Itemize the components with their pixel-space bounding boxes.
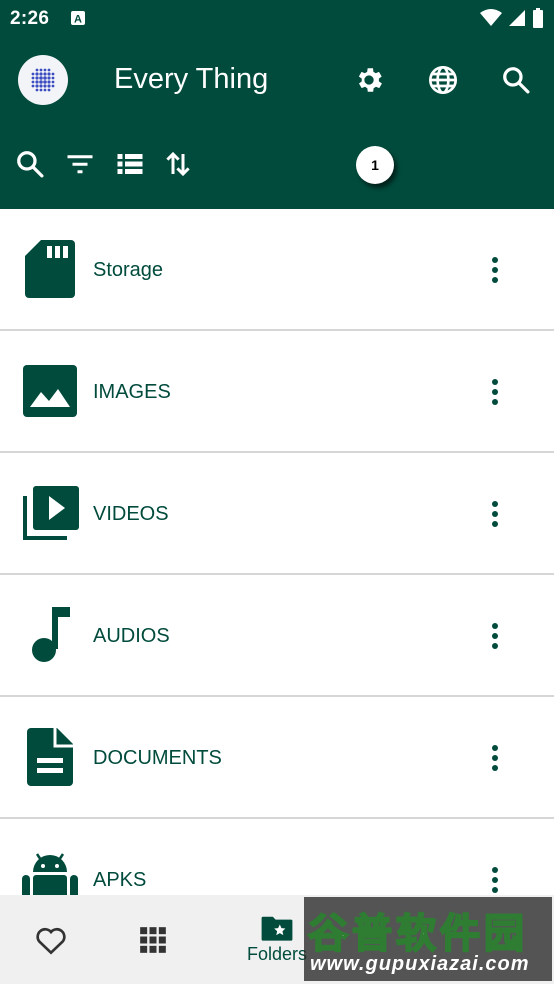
sort-icon[interactable] bbox=[162, 148, 194, 180]
list-item-images[interactable]: IMAGES bbox=[0, 331, 554, 453]
document-icon bbox=[20, 727, 80, 787]
list-item-audios[interactable]: AUDIOS bbox=[0, 575, 554, 697]
nav-apps[interactable] bbox=[134, 895, 172, 984]
more-options-icon[interactable] bbox=[481, 864, 509, 896]
status-time: 2:26 bbox=[10, 8, 50, 29]
wifi-icon bbox=[480, 9, 502, 32]
more-options-icon[interactable] bbox=[481, 498, 509, 530]
music-note-icon bbox=[20, 605, 80, 665]
search-icon[interactable] bbox=[499, 63, 533, 97]
svg-text:A: A bbox=[74, 14, 82, 26]
signal-icon bbox=[508, 9, 526, 32]
app-logo[interactable] bbox=[18, 55, 68, 105]
image-icon bbox=[20, 361, 80, 421]
video-library-icon bbox=[20, 483, 80, 543]
nav-favorites[interactable] bbox=[30, 895, 72, 984]
app-bar: Every Thing 1 bbox=[0, 36, 554, 209]
selection-count-badge[interactable]: 1 bbox=[356, 146, 394, 184]
folder-star-icon bbox=[261, 916, 293, 941]
more-options-icon[interactable] bbox=[481, 620, 509, 652]
list-item-label: IMAGES bbox=[93, 381, 171, 403]
sd-card-icon bbox=[20, 239, 80, 299]
more-options-icon[interactable] bbox=[481, 742, 509, 774]
list-item-label: Storage bbox=[93, 259, 164, 281]
list-item-label: VIDEOS bbox=[93, 503, 169, 525]
list-item-label: DOCUMENTS bbox=[93, 747, 222, 769]
more-options-icon[interactable] bbox=[481, 254, 509, 286]
list-item-label: APKS bbox=[93, 869, 147, 891]
list-item-documents[interactable]: DOCUMENTS bbox=[0, 697, 554, 819]
category-list: Storage IMAGES VIDEOS AUDIOS DOCUMENTS A… bbox=[0, 209, 554, 941]
battery-icon bbox=[532, 8, 544, 33]
dots-logo-icon bbox=[31, 68, 55, 92]
filter-icon[interactable] bbox=[64, 148, 96, 180]
list-view-icon[interactable] bbox=[114, 148, 146, 180]
app-title: Every Thing bbox=[114, 63, 269, 95]
heart-icon bbox=[36, 927, 66, 955]
watermark: 谷普软件园 www.gupuxiazai.com bbox=[304, 897, 552, 981]
watermark-url: www.gupuxiazai.com bbox=[310, 953, 530, 975]
grid-icon bbox=[140, 926, 166, 953]
globe-icon[interactable] bbox=[426, 63, 460, 97]
toolbar-search-icon[interactable] bbox=[14, 148, 46, 180]
nav-folders-label: Folders bbox=[246, 944, 308, 964]
list-item-storage[interactable]: Storage bbox=[0, 209, 554, 331]
list-item-label: AUDIOS bbox=[93, 625, 170, 647]
list-item-videos[interactable]: VIDEOS bbox=[0, 453, 554, 575]
more-options-icon[interactable] bbox=[481, 376, 509, 408]
a-letter-icon: A bbox=[70, 10, 86, 26]
watermark-title: 谷普软件园 bbox=[307, 910, 528, 958]
status-bar: 2:26 A bbox=[0, 0, 554, 36]
settings-icon[interactable] bbox=[352, 63, 386, 97]
